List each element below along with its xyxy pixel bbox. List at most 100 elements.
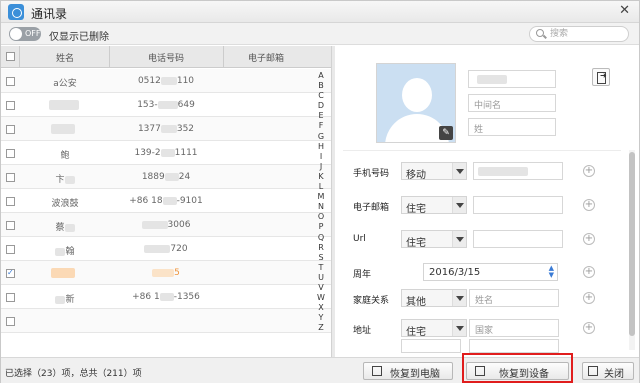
address-type-select[interactable]: 住宅 [401, 319, 467, 338]
email-input[interactable] [473, 196, 563, 214]
row-checkbox-checked[interactable] [6, 268, 15, 278]
name-column-header[interactable]: 姓名 [25, 51, 105, 64]
restore-to-pc-button[interactable]: 恢复到电脑 [363, 362, 453, 380]
phone-column-header[interactable]: 电话号码 [111, 51, 221, 64]
pane-splitter[interactable] [331, 46, 335, 357]
alpha-letter[interactable]: Z [315, 323, 327, 333]
row-checkbox[interactable] [6, 317, 15, 326]
contact-name: 蔡 [25, 220, 105, 233]
add-address-icon[interactable]: + [583, 322, 595, 334]
table-row[interactable]: 鲍 139-2 1111 [1, 141, 331, 165]
close-icon[interactable]: ✕ [619, 3, 630, 18]
contact-phone: 153- 649 [137, 100, 195, 110]
add-email-icon[interactable]: + [583, 199, 595, 211]
row-checkbox[interactable] [6, 221, 15, 230]
alpha-letter[interactable]: F [315, 121, 327, 131]
alpha-letter[interactable]: R [315, 243, 327, 253]
alpha-letter[interactable]: N [315, 202, 327, 212]
alpha-letter[interactable]: H [315, 142, 327, 152]
row-checkbox[interactable] [6, 149, 15, 158]
toolbar: OFF 仅显示已删除 [1, 23, 639, 45]
show-deleted-toggle[interactable]: OFF [9, 27, 41, 41]
add-phone-icon[interactable]: + [583, 165, 595, 177]
alpha-letter[interactable]: I [315, 152, 327, 162]
contacts-app-icon [8, 4, 24, 20]
table-row[interactable]: 蔡 3006 [1, 213, 331, 237]
scrollbar-thumb[interactable] [629, 152, 635, 336]
edit-photo-icon[interactable]: ✎ [439, 126, 453, 140]
toggle-state: OFF [25, 29, 41, 38]
alpha-letter[interactable]: W [315, 293, 327, 303]
date-spinner-icon[interactable]: ▲ ▼ [549, 265, 554, 279]
email-column-header[interactable]: 电子邮箱 [226, 51, 306, 64]
url-input[interactable] [473, 230, 563, 248]
phone-type-value: 移动 [406, 170, 426, 181]
select-all-checkbox[interactable] [6, 52, 15, 61]
email-type-select[interactable]: 住宅 [401, 196, 467, 215]
url-type-select[interactable]: 住宅 [401, 230, 467, 249]
contact-phone: 720 [111, 244, 221, 254]
row-checkbox[interactable] [6, 125, 15, 134]
alpha-letter[interactable]: Q [315, 233, 327, 243]
first-name-field[interactable] [468, 70, 556, 88]
table-row[interactable]: 波浪鼓 +86 18 -9101 [1, 189, 331, 213]
anniversary-date-picker[interactable]: 2016/3/15 ▲ ▼ [423, 263, 558, 281]
close-button[interactable]: 关闭 [582, 362, 634, 380]
alpha-letter[interactable]: T [315, 263, 327, 273]
alpha-letter[interactable]: P [315, 222, 327, 232]
contact-phone: 1889 24 [141, 172, 191, 182]
family-name-input[interactable]: 姓名 [469, 289, 559, 307]
export-contact-button[interactable] [592, 68, 610, 86]
search-input[interactable] [550, 28, 624, 40]
table-row[interactable]: 翰 720 [1, 237, 331, 261]
table-row[interactable] [1, 309, 331, 333]
address-label: 地址 [353, 326, 372, 336]
chevron-down-icon [452, 163, 466, 179]
alpha-letter[interactable]: U [315, 273, 327, 283]
row-checkbox[interactable] [6, 245, 15, 254]
phone-input[interactable] [473, 162, 563, 180]
alpha-letter[interactable]: O [315, 212, 327, 222]
contact-phone: 1377 352 [137, 124, 195, 134]
alpha-letter[interactable]: K [315, 172, 327, 182]
row-checkbox[interactable] [6, 101, 15, 110]
alpha-letter[interactable]: A [315, 71, 327, 81]
middle-name-field[interactable]: 中间名 [468, 94, 556, 112]
alpha-letter[interactable]: J [315, 162, 327, 172]
phone-type-select[interactable]: 移动 [401, 162, 467, 181]
add-family-icon[interactable]: + [583, 292, 595, 304]
table-row[interactable]: 1377 352 [1, 117, 331, 141]
row-checkbox[interactable] [6, 77, 15, 86]
row-checkbox[interactable] [6, 293, 15, 302]
alpha-letter[interactable]: Y [315, 313, 327, 323]
alpha-letter[interactable]: L [315, 182, 327, 192]
alpha-letter[interactable]: S [315, 253, 327, 263]
add-url-icon[interactable]: + [583, 233, 595, 245]
table-row[interactable]: 153- 649 [1, 93, 331, 117]
table-body: a公安 0512 110 153- 649 1377 352 鲍 139-2 1111 … [1, 69, 331, 357]
address-line-input[interactable] [401, 339, 461, 353]
phone-label: 手机号码 [353, 169, 390, 179]
alpha-letter[interactable]: D [315, 101, 327, 111]
alpha-letter[interactable]: B [315, 81, 327, 91]
exit-icon [588, 366, 598, 376]
search-box[interactable] [529, 26, 629, 42]
alpha-letter[interactable]: C [315, 91, 327, 101]
address-line-input[interactable] [469, 339, 559, 353]
table-row[interactable]: 卞 1889 24 [1, 165, 331, 189]
last-name-field[interactable]: 姓 [468, 118, 556, 136]
alpha-letter[interactable]: G [315, 132, 327, 142]
alpha-letter[interactable]: V [315, 283, 327, 293]
row-checkbox[interactable] [6, 197, 15, 206]
alpha-letter[interactable]: M [315, 192, 327, 202]
table-row[interactable]: 5 [1, 261, 331, 285]
detail-scrollbar[interactable] [629, 150, 635, 350]
table-row[interactable]: 新 +86 1 -1356 [1, 285, 331, 309]
add-date-icon[interactable]: + [583, 266, 595, 278]
family-type-select[interactable]: 其他 [401, 289, 467, 308]
row-checkbox[interactable] [6, 173, 15, 182]
table-row[interactable]: a公安 0512 110 [1, 69, 331, 93]
alpha-letter[interactable]: X [315, 303, 327, 313]
alpha-letter[interactable]: E [315, 111, 327, 121]
country-input[interactable]: 国家 [469, 319, 559, 337]
